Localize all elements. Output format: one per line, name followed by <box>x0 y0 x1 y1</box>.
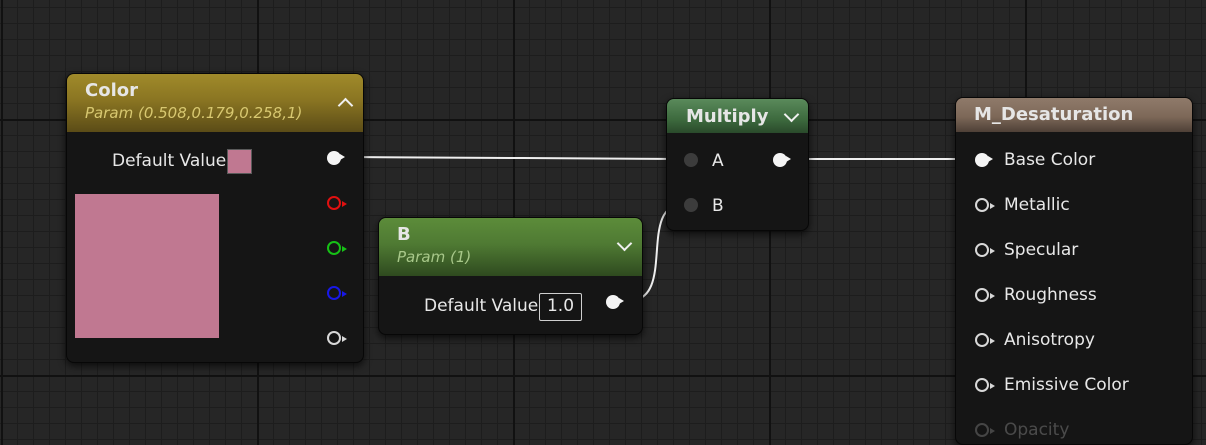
emissive-color-input-label: Emissive Color <box>1004 375 1129 395</box>
color-alpha-output-pin[interactable] <box>327 331 347 345</box>
specular-input-label: Specular <box>1004 240 1079 260</box>
metallic-input-label: Metallic <box>1004 195 1070 215</box>
wire-color-to-multiply-a[interactable] <box>348 156 685 160</box>
b-node-subtitle: Param (1) <box>397 248 472 266</box>
b-node-header[interactable]: B Param (1) <box>379 218 642 276</box>
metallic-input-pin[interactable] <box>975 198 995 212</box>
roughness-input-pin[interactable] <box>975 288 995 302</box>
multiply-input-b-label: B <box>712 196 724 216</box>
opacity-input-label: Opacity <box>1004 420 1070 440</box>
roughness-input-label: Roughness <box>1004 285 1097 305</box>
multiply-input-a-pin[interactable] <box>684 153 698 167</box>
b-output-pin[interactable] <box>606 295 624 309</box>
result-node-header[interactable]: M_Desaturation <box>956 98 1192 132</box>
material-graph-canvas[interactable]: Color Param (0.508,0.179,0.258,1) Defaul… <box>0 0 1206 445</box>
multiply-input-a-label: A <box>712 151 724 171</box>
result-material-node[interactable]: M_Desaturation Base Color Metallic Specu… <box>955 97 1193 445</box>
color-rgb-output-pin[interactable] <box>327 151 345 165</box>
color-param-node[interactable]: Color Param (0.508,0.179,0.258,1) Defaul… <box>66 73 364 363</box>
b-default-value-label: Default Value <box>424 296 539 316</box>
result-node-title: M_Desaturation <box>974 104 1134 125</box>
base-color-input-pin[interactable] <box>975 153 993 167</box>
specular-input-pin[interactable] <box>975 243 995 257</box>
multiply-node-header[interactable]: Multiply <box>667 99 808 133</box>
b-default-value-input[interactable]: 1.0 <box>539 293 582 321</box>
color-red-output-pin[interactable] <box>327 196 347 210</box>
anisotropy-input-label: Anisotropy <box>1004 330 1095 350</box>
color-node-subtitle: Param (0.508,0.179,0.258,1) <box>85 104 303 122</box>
color-green-output-pin[interactable] <box>327 241 347 255</box>
emissive-color-input-pin[interactable] <box>975 378 995 392</box>
multiply-node[interactable]: Multiply A B <box>666 98 809 231</box>
color-preview-swatch <box>75 194 219 338</box>
color-node-header[interactable]: Color Param (0.508,0.179,0.258,1) <box>67 74 363 132</box>
b-param-node[interactable]: B Param (1) Default Value 1.0 <box>378 217 643 335</box>
base-color-input-label: Base Color <box>1004 150 1096 170</box>
color-default-value-swatch[interactable] <box>227 149 252 174</box>
color-node-title: Color <box>85 80 138 101</box>
multiply-input-b-pin[interactable] <box>684 198 698 212</box>
multiply-output-pin[interactable] <box>773 153 791 167</box>
opacity-input-pin[interactable] <box>975 423 995 437</box>
anisotropy-input-pin[interactable] <box>975 333 995 347</box>
color-default-value-label: Default Value <box>112 151 227 171</box>
color-blue-output-pin[interactable] <box>327 286 347 300</box>
b-node-title: B <box>397 224 411 245</box>
